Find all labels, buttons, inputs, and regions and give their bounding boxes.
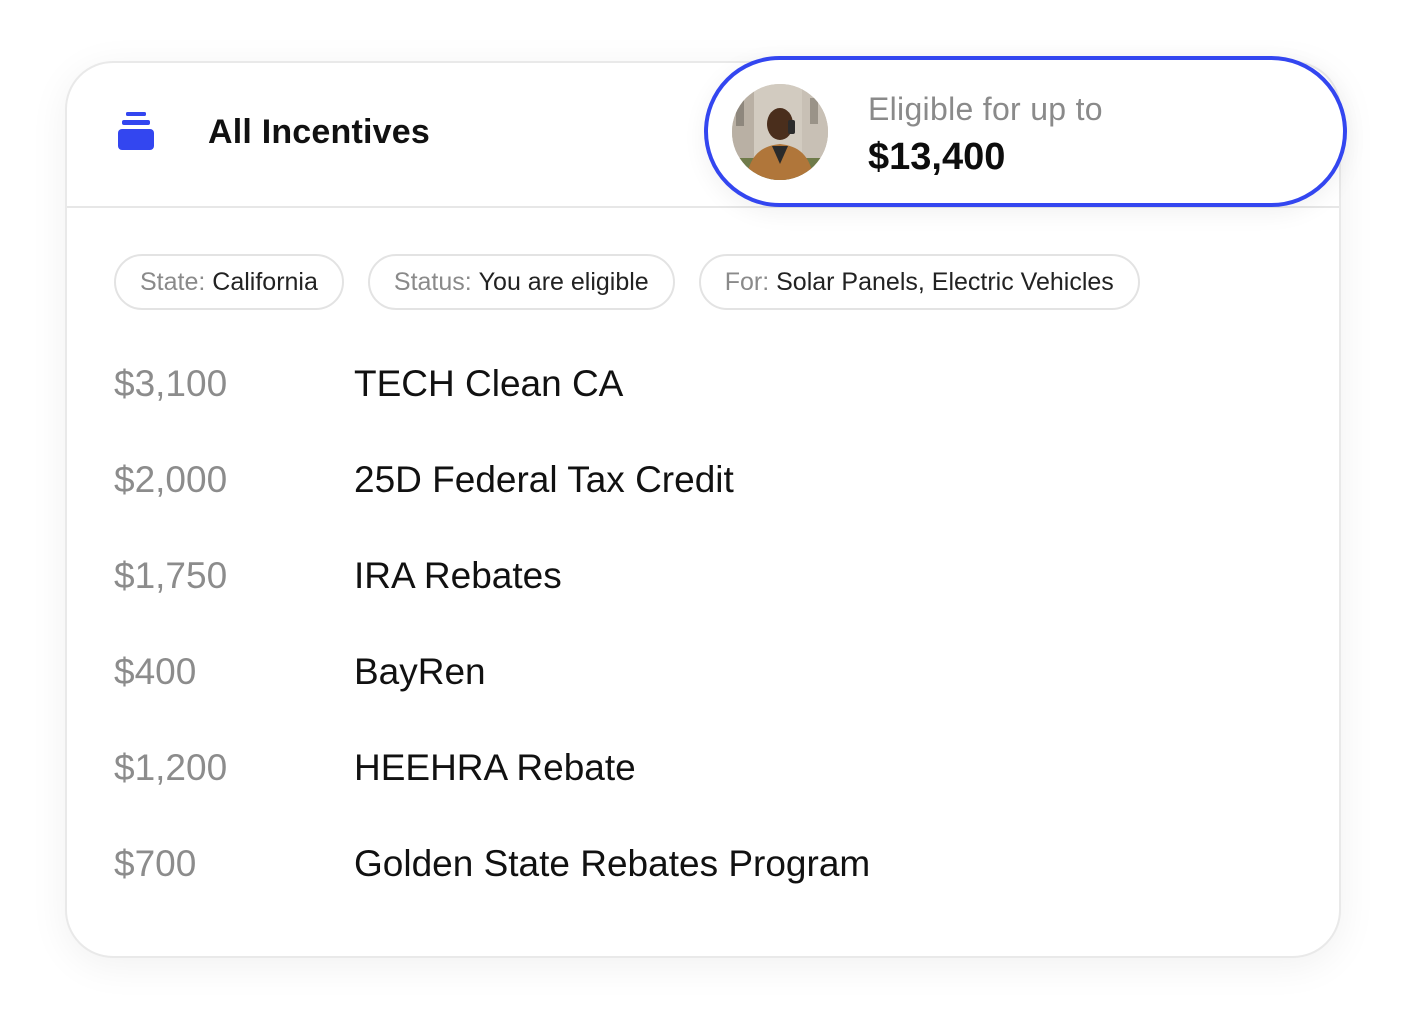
incentive-name: BayRen bbox=[354, 651, 486, 692]
list-item[interactable]: $700 Golden State Rebates Program bbox=[114, 833, 1014, 929]
chip-value: Solar Panels, Electric Vehicles bbox=[776, 267, 1114, 296]
list-item[interactable]: $3,100 TECH Clean CA bbox=[114, 353, 1014, 449]
filter-chip-state[interactable]: State: California bbox=[114, 254, 344, 310]
incentive-name: Golden State Rebates Program bbox=[354, 843, 871, 884]
incentive-amount: $2,000 bbox=[114, 459, 228, 500]
avatar bbox=[732, 84, 828, 180]
filter-chip-for[interactable]: For: Solar Panels, Electric Vehicles bbox=[698, 254, 1140, 310]
list-item[interactable]: $2,000 25D Federal Tax Credit bbox=[114, 449, 1014, 545]
list-item[interactable]: $1,200 HEEHRA Rebate bbox=[114, 737, 1014, 833]
chip-value: You are eligible bbox=[478, 267, 649, 296]
incentive-amount: $700 bbox=[114, 843, 197, 884]
eligibility-summary[interactable]: Eligible for up to $13,400 bbox=[704, 56, 1347, 207]
incentive-amount: $3,100 bbox=[114, 363, 228, 404]
incentive-name: IRA Rebates bbox=[354, 555, 562, 596]
incentive-name: TECH Clean CA bbox=[354, 363, 624, 404]
page-title: All Incentives bbox=[208, 113, 430, 151]
eligibility-amount: $13,400 bbox=[868, 136, 1006, 178]
eligibility-label: Eligible for up to bbox=[868, 91, 1103, 127]
filter-chips: State: California Status: You are eligib… bbox=[114, 254, 1140, 310]
chip-key: Status: bbox=[393, 267, 472, 296]
incentive-amount: $400 bbox=[114, 651, 197, 692]
filter-chip-status[interactable]: Status: You are eligible bbox=[367, 254, 675, 310]
chip-value: California bbox=[212, 267, 318, 296]
incentive-amount: $1,750 bbox=[114, 555, 228, 596]
incentive-amount: $1,200 bbox=[114, 747, 228, 788]
chip-key: State: bbox=[140, 267, 206, 296]
chip-key: For: bbox=[724, 267, 770, 296]
incentive-name: HEEHRA Rebate bbox=[354, 747, 636, 788]
incentive-list: $3,100 TECH Clean CA $2,000 25D Federal … bbox=[114, 353, 1014, 929]
list-item[interactable]: $1,750 IRA Rebates bbox=[114, 545, 1014, 641]
stack-icon bbox=[118, 112, 154, 150]
incentive-name: 25D Federal Tax Credit bbox=[354, 459, 734, 500]
list-item[interactable]: $400 BayRen bbox=[114, 641, 1014, 737]
